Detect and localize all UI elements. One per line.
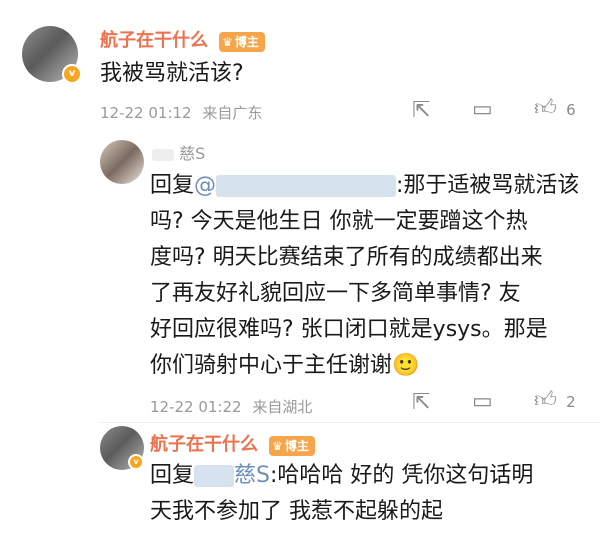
crown-icon: ♛ <box>272 438 283 453</box>
blurred-mention <box>194 465 235 487</box>
divider <box>100 422 600 423</box>
reply-1-mention[interactable]: @ <box>194 173 397 198</box>
reply-1-time: 12-22 01:22 <box>150 398 242 416</box>
comment-icon[interactable]: ▭ <box>472 391 493 413</box>
reply-1-like-count: 2 <box>566 393 576 411</box>
main-comment-source: 来自广东 <box>202 104 263 122</box>
reply-1-mention-at: @ <box>194 173 217 198</box>
reply-1-text-line-6: 你们骑射中心于主任谢谢🙂 <box>150 353 420 378</box>
reply-2-text-line-2: 天我不参加了 我惹不起躲的起 <box>150 499 443 524</box>
reply-1-meta: 12-22 01:22 来自湖北 <box>150 396 312 417</box>
reply-1-line-1: 回复@ :那于适被骂就活该 <box>150 168 590 204</box>
reply-1-text-line-2: 吗? 今天是他生日 你就一定要蹭这个热 <box>150 209 528 234</box>
share-icon[interactable]: ⇱ <box>412 392 430 414</box>
reply-1-body: 回复@ :那于适被骂就活该 吗? 今天是他生日 你就一定要蹭这个热 度吗? 明天比… <box>150 168 590 384</box>
reply-2-mention[interactable]: 慈S <box>194 463 270 488</box>
reply-1-text-line-3: 度吗? 明天比赛结束了所有的成绩都出来 <box>150 245 543 270</box>
reply-1-text-line-1: :那于适被骂就活该 <box>396 173 580 198</box>
reply-2-text-line-1: :哈哈哈 好的 凭你这句话明 <box>269 463 534 488</box>
main-comment-header: 航子在干什么 ♛ 博主 <box>100 26 265 52</box>
reply-1-text-line-5: 好回应很难吗? 张口闭口就是ysys。那是 <box>150 317 548 342</box>
host-badge-label: 博主 <box>284 438 309 453</box>
host-badge: ♛ 博主 <box>219 31 265 52</box>
main-like-count: 6 <box>566 101 576 119</box>
reply-2-header: 航子在干什么 ♛ 博主 <box>150 430 315 456</box>
thumbs-up-icon: 👍︎ <box>534 388 557 413</box>
verified-badge-icon: v <box>62 64 82 84</box>
reply-2-body: 回复 慈S:哈哈哈 好的 凭你这句话明 天我不参加了 我惹不起躲的起 <box>150 458 590 530</box>
host-badge-label: 博主 <box>234 34 259 49</box>
main-comment-meta: 12-22 01:12 来自广东 <box>100 102 262 123</box>
thumbs-up-icon: 👍︎ <box>534 96 557 121</box>
reply-1-text-line-4: 了再友好礼貌回应一下多简单事情? 友 <box>150 281 521 306</box>
like-button[interactable]: 👍︎ 6 <box>534 98 576 120</box>
main-comment-username[interactable]: 航子在干什么 <box>100 30 208 51</box>
crown-icon: ♛ <box>222 34 233 49</box>
reply-2-username[interactable]: 航子在干什么 <box>150 434 258 455</box>
reply-1-source: 来自湖北 <box>252 398 313 416</box>
reply-1-header: 慈S <box>152 140 205 164</box>
verified-badge-icon: v <box>128 454 144 470</box>
reply-2-reply-prefix: 回复 <box>150 463 195 488</box>
main-comment-text: 我被骂就活该? <box>100 61 244 86</box>
blurred-mention <box>216 175 397 197</box>
reply-2-mention-fragment: 慈S <box>234 463 270 488</box>
host-badge: ♛ 博主 <box>269 435 315 456</box>
comment-icon[interactable]: ▭ <box>472 99 493 121</box>
reply-1-username[interactable]: 慈S <box>179 144 205 163</box>
like-button[interactable]: 👍︎ 2 <box>534 390 576 412</box>
reply-1-reply-prefix: 回复 <box>150 173 195 198</box>
share-icon[interactable]: ⇱ <box>412 100 430 122</box>
reply-2-line-1: 回复 慈S:哈哈哈 好的 凭你这句话明 <box>150 458 590 494</box>
blurred-username <box>152 148 174 161</box>
avatar-reply-1[interactable] <box>100 140 144 184</box>
main-comment-time: 12-22 01:12 <box>100 104 192 122</box>
